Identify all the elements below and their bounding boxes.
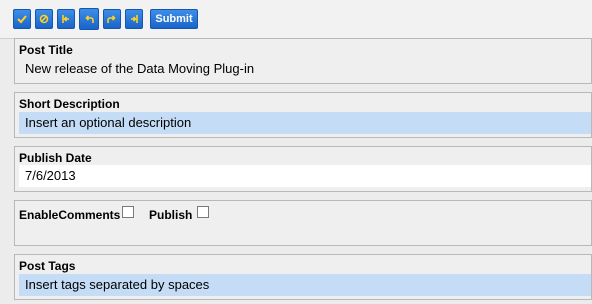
first-button[interactable] xyxy=(57,9,75,29)
check-icon xyxy=(17,14,27,24)
redo-button[interactable] xyxy=(103,9,121,29)
publish-date-label: Publish Date xyxy=(19,151,92,165)
publish-checkbox[interactable] xyxy=(197,206,209,218)
submit-button[interactable]: Submit xyxy=(150,9,198,29)
post-title-panel: Post Title New release of the Data Movin… xyxy=(14,38,592,84)
options-panel: EnableComments Publish xyxy=(14,200,592,246)
post-tags-label: Post Tags xyxy=(19,259,76,273)
post-title-input[interactable]: New release of the Data Moving Plug-in xyxy=(19,58,591,80)
short-description-label: Short Description xyxy=(19,97,120,111)
first-icon xyxy=(61,14,71,24)
cancel-icon xyxy=(39,14,49,24)
undo-icon xyxy=(84,14,94,24)
publish-date-input[interactable]: 7/6/2013 xyxy=(19,165,591,187)
enable-comments-label: EnableComments xyxy=(19,208,121,222)
redo-icon xyxy=(107,14,117,24)
short-description-input[interactable]: Insert an optional description xyxy=(19,112,591,134)
publish-label: Publish xyxy=(149,208,193,222)
publish-date-panel: Publish Date 7/6/2013 xyxy=(14,146,592,192)
cancel-button[interactable] xyxy=(35,9,53,29)
post-tags-panel: Post Tags Insert tags separated by space… xyxy=(14,254,592,300)
toolbar: Submit xyxy=(0,0,592,39)
check-button[interactable] xyxy=(13,9,31,29)
short-description-panel: Short Description Insert an optional des… xyxy=(14,92,592,138)
last-icon xyxy=(129,14,139,24)
enable-comments-checkbox[interactable] xyxy=(122,206,134,218)
post-title-label: Post Title xyxy=(19,43,73,57)
last-button[interactable] xyxy=(125,9,143,29)
undo-button[interactable] xyxy=(79,8,99,30)
post-tags-input[interactable]: Insert tags separated by spaces xyxy=(19,274,591,296)
